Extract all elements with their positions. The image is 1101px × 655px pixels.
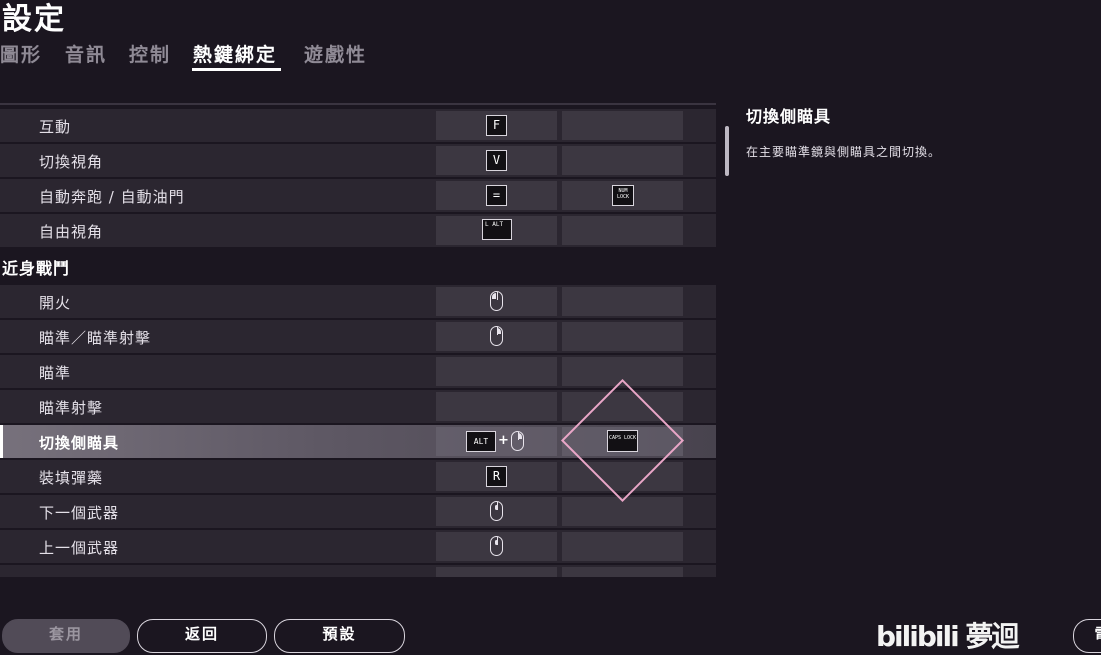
mouse-wheel-up-icon — [490, 536, 503, 556]
tab-keybindings[interactable]: 熱鍵綁定 — [193, 40, 277, 67]
primary-binding-slot[interactable]: F — [436, 111, 557, 140]
keybind-label: 互動 — [39, 118, 72, 136]
key-cap: V — [486, 150, 507, 171]
keybind-label: 瞄準 — [39, 364, 72, 382]
primary-binding-slot[interactable] — [436, 567, 557, 577]
active-tab-underline — [192, 68, 281, 71]
page-title: 設定 — [2, 2, 66, 37]
secondary-binding-slot[interactable] — [562, 532, 683, 561]
keybind-label: 切換視角 — [39, 153, 104, 171]
key-cap: = — [486, 185, 507, 206]
watermark-logo: bilibili 夢迴 — [876, 620, 1019, 653]
keybind-label: 上一個武器 — [39, 539, 120, 557]
keybind-row[interactable]: 裝填彈藥 R — [0, 460, 716, 493]
tab-gameplay[interactable]: 遊戲性 — [304, 40, 367, 67]
keybind-row[interactable]: 互動 F — [0, 109, 716, 142]
primary-binding-slot[interactable]: L ALT — [436, 216, 557, 245]
apply-button[interactable]: 套用 — [2, 619, 130, 653]
default-button[interactable]: 預設 — [274, 619, 405, 653]
keybind-row[interactable]: 開火 — [0, 285, 716, 318]
mouse-right-icon — [511, 431, 524, 451]
key-cap: F — [486, 115, 507, 136]
key-cap: CAPS LOCK — [607, 430, 638, 452]
detail-description: 在主要瞄準鏡與側瞄具之間切換。 — [746, 145, 942, 159]
secondary-binding-slot[interactable] — [562, 287, 683, 316]
section-header: 近身戰鬥 — [0, 249, 716, 285]
keybind-label: 下一個武器 — [39, 504, 120, 522]
keybind-row[interactable]: 自動奔跑 / 自動油門 = NUM LOCK — [0, 179, 716, 212]
tab-audio[interactable]: 音訊 — [65, 40, 107, 67]
tab-controls[interactable]: 控制 — [129, 40, 171, 67]
keybind-row-selected[interactable]: 切換側瞄具 ALT + CAPS LOCK — [0, 425, 716, 458]
key-cap: NUM LOCK — [612, 185, 634, 206]
primary-binding-slot[interactable]: ALT + — [436, 427, 557, 456]
secondary-binding-slot[interactable]: NUM LOCK — [562, 181, 683, 210]
secondary-binding-slot[interactable] — [562, 497, 683, 526]
keybind-row[interactable]: 瞄準 — [0, 355, 716, 388]
keybind-row-partial[interactable] — [0, 565, 716, 577]
primary-binding-slot[interactable]: V — [436, 146, 557, 175]
section-title: 近身戰鬥 — [2, 259, 71, 278]
keybind-label: 自動奔跑 / 自動油門 — [39, 188, 185, 206]
keybind-label: 裝填彈藥 — [39, 469, 104, 487]
secondary-binding-slot[interactable] — [562, 146, 683, 175]
keybind-label: 瞄準／瞄準射擊 — [39, 329, 152, 347]
keybinding-list: 互動 F 切換視角 V 自動奔跑 / 自動油門 = NUM LOCK 自由視角 … — [0, 103, 716, 577]
primary-binding-slot[interactable] — [436, 357, 557, 386]
secondary-binding-slot[interactable] — [562, 216, 683, 245]
primary-binding-slot[interactable] — [436, 322, 557, 351]
back-button[interactable]: 返回 — [137, 619, 267, 653]
secondary-binding-slot[interactable] — [562, 322, 683, 351]
mouse-wheel-down-icon — [490, 501, 503, 521]
keybind-row[interactable]: 切換視角 V — [0, 144, 716, 177]
keybind-row[interactable]: 上一個武器 — [0, 530, 716, 563]
detail-title: 切換側瞄具 — [746, 107, 832, 126]
more-button[interactable]: 電 — [1073, 619, 1101, 653]
keybind-row[interactable]: 自由視角 L ALT — [0, 214, 716, 247]
primary-binding-slot[interactable]: R — [436, 462, 557, 491]
mouse-left-icon — [490, 291, 503, 311]
selection-accent — [0, 425, 3, 458]
keybind-row[interactable]: 下一個武器 — [0, 495, 716, 528]
combo-plus: + — [498, 433, 509, 448]
primary-binding-slot[interactable] — [436, 532, 557, 561]
key-cap: R — [486, 466, 507, 487]
keybind-label: 切換側瞄具 — [39, 434, 120, 452]
keybind-label: 自由視角 — [39, 223, 104, 241]
keybind-label: 開火 — [39, 294, 72, 312]
list-scrollbar[interactable] — [725, 126, 729, 176]
keybind-label: 瞄準射擊 — [39, 399, 104, 417]
keybind-row[interactable]: 瞄準射擊 — [0, 390, 716, 423]
primary-binding-slot[interactable] — [436, 392, 557, 421]
keybind-row[interactable]: 瞄準／瞄準射擊 — [0, 320, 716, 353]
secondary-binding-slot[interactable] — [562, 111, 683, 140]
mouse-right-icon — [490, 326, 503, 346]
key-cap: ALT — [466, 431, 496, 452]
primary-binding-slot[interactable] — [436, 497, 557, 526]
primary-binding-slot[interactable] — [436, 287, 557, 316]
secondary-binding-slot[interactable] — [562, 567, 683, 577]
primary-binding-slot[interactable]: = — [436, 181, 557, 210]
secondary-binding-slot[interactable] — [562, 462, 683, 491]
secondary-binding-slot[interactable] — [562, 392, 683, 421]
key-cap: L ALT — [482, 219, 512, 240]
tab-graphics[interactable]: 圖形 — [0, 40, 42, 67]
secondary-binding-slot[interactable] — [562, 357, 683, 386]
secondary-binding-slot[interactable]: CAPS LOCK — [562, 427, 683, 456]
